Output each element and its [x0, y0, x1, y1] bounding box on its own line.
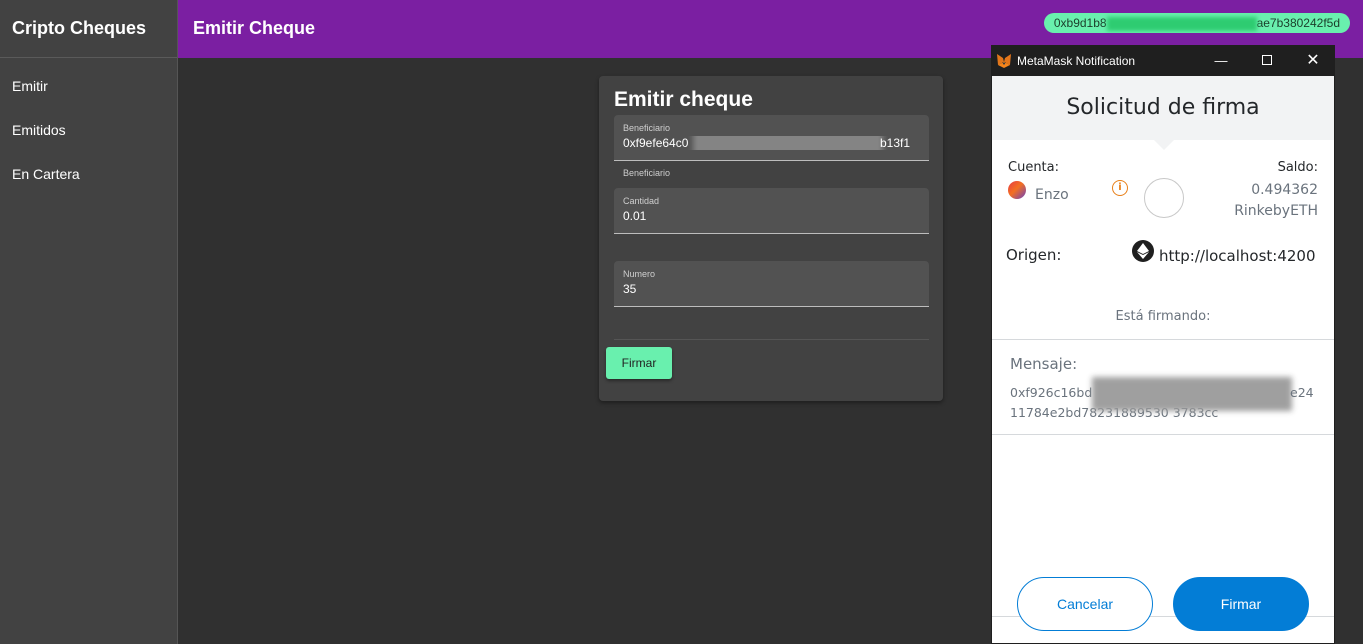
message-text: 0xf926c16bd e24 11784e2bd78231889530 378…	[1010, 377, 1320, 423]
cantidad-label: Cantidad	[623, 196, 660, 206]
account-avatar-icon	[1008, 181, 1026, 199]
beneficiario-field[interactable]: Beneficiario 0xf9efe64c0 b13f1	[614, 115, 929, 161]
wallet-address-start: 0xb9d1b8	[1053, 16, 1107, 30]
cuenta-label: Cuenta:	[1008, 160, 1059, 175]
close-icon[interactable]: ✕	[1290, 46, 1336, 76]
numero-field[interactable]: Numero 35	[614, 261, 929, 307]
redacted-mask	[1106, 16, 1257, 31]
balance-value: 0.494362	[1251, 182, 1318, 198]
message-line-1-start: 0xf926c16bd	[1010, 385, 1093, 400]
card-title: Emitir cheque	[614, 88, 753, 111]
app-title: Cripto Cheques	[0, 0, 177, 58]
beneficiario-label: Beneficiario	[623, 123, 671, 133]
ethereum-icon	[1132, 240, 1154, 262]
wallet-address-chip[interactable]: 0xb9d1b8 ae7b380242f5d	[1043, 13, 1350, 33]
numero-input[interactable]: 35	[623, 282, 920, 296]
nav-list: Emitir Emitidos En Cartera	[0, 58, 177, 196]
numero-label: Numero	[623, 269, 656, 279]
cantidad-input[interactable]: 0.01	[623, 209, 920, 223]
beneficiario-value-end: b13f1	[880, 136, 911, 150]
divider	[614, 339, 929, 340]
info-icon[interactable]: i	[1112, 180, 1128, 196]
minimize-icon[interactable]: —	[1198, 46, 1244, 76]
maximize-icon[interactable]	[1244, 46, 1290, 76]
firmar-button[interactable]: Firmar	[606, 347, 672, 379]
origen-label: Origen:	[1006, 246, 1062, 264]
message-line-1: 0xf926c16bd e24	[1010, 377, 1320, 411]
identicon-placeholder	[1144, 178, 1184, 218]
window-titlebar: MetaMask Notification — ✕	[992, 46, 1334, 76]
origin-url: http://localhost:4200	[1159, 247, 1316, 265]
account-name: Enzo	[1035, 187, 1069, 203]
beneficiario-input[interactable]: 0xf9efe64c0 b13f1	[623, 136, 920, 150]
redacted-mask	[1092, 377, 1292, 411]
beneficiario-hint: Beneficiario	[623, 168, 671, 178]
cancel-button[interactable]: Cancelar	[1017, 577, 1153, 631]
sidebar-item-en-cartera[interactable]: En Cartera	[0, 152, 177, 196]
metamask-window: MetaMask Notification — ✕ Solicitud de f…	[991, 45, 1335, 644]
divider	[992, 434, 1334, 435]
divider	[992, 339, 1334, 340]
cantidad-field[interactable]: Cantidad 0.01	[614, 188, 929, 234]
window-title: MetaMask Notification	[1017, 54, 1136, 68]
balance-unit: RinkebyETH	[1234, 203, 1318, 219]
sidebar: Cripto Cheques Emitir Emitidos En Carter…	[0, 0, 178, 644]
message-line-1-end: e24	[1290, 385, 1314, 400]
emitir-cheque-card: Emitir cheque Beneficiario 0xf9efe64c0 b…	[599, 76, 943, 401]
wallet-address-end: ae7b380242f5d	[1256, 16, 1340, 30]
sidebar-item-emitir[interactable]: Emitir	[0, 64, 177, 108]
signature-request-body: Cuenta: Saldo: Enzo i 0.494362 RinkebyET…	[992, 140, 1334, 644]
redacted-mask	[693, 136, 883, 150]
metamask-fox-icon	[997, 54, 1011, 68]
signing-label: Está firmando:	[1115, 309, 1211, 324]
mensaje-label: Mensaje:	[1010, 355, 1078, 373]
signature-request-title: Solicitud de firma	[1066, 95, 1260, 120]
sidebar-item-emitidos[interactable]: Emitidos	[0, 108, 177, 152]
sign-button[interactable]: Firmar	[1173, 577, 1309, 631]
saldo-label: Saldo:	[1277, 160, 1318, 175]
beneficiario-value-start: 0xf9efe64c0	[623, 136, 689, 150]
signature-request-header: Solicitud de firma	[992, 76, 1334, 150]
page-title: Emitir Cheque	[193, 18, 316, 38]
